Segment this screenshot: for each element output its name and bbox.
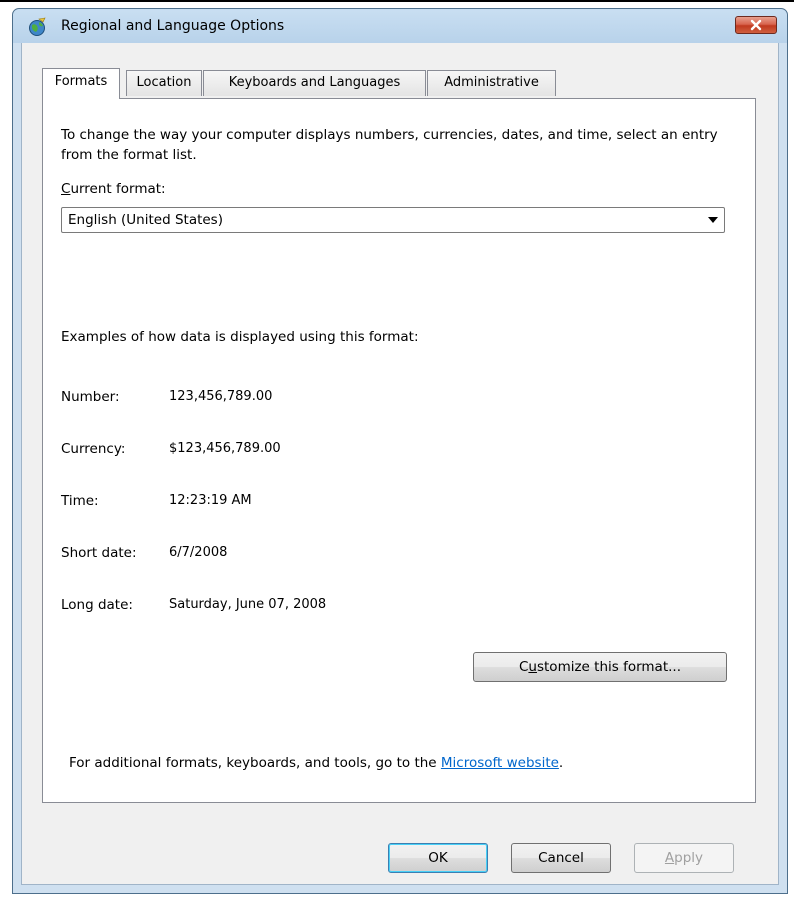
title-bar[interactable]: Regional and Language Options [13,9,787,43]
intro-text: To change the way your computer displays… [61,127,718,163]
footer-text: For additional formats, keyboards, and t… [69,755,564,771]
examples-heading: Examples of how data is displayed using … [61,329,419,345]
example-label: Number: [61,389,120,405]
example-value: 12:23:19 AM [169,493,252,508]
example-value: Saturday, June 07, 2008 [169,597,327,612]
example-value: 123,456,789.00 [169,389,273,404]
microsoft-website-link[interactable]: Microsoft website [441,755,559,771]
example-label: Long date: [61,597,133,613]
example-label: Time: [61,493,99,509]
ok-button[interactable]: OK [388,843,488,873]
customize-format-button[interactable]: Customize this format... [473,652,727,682]
tab-keyboards-and-languages[interactable]: Keyboards and Languages [203,70,426,96]
example-label: Short date: [61,545,137,561]
dialog-window: Regional and Language Options Formats Lo… [12,8,788,894]
formats-panel: To change the way your computer displays… [42,98,756,803]
window-title: Regional and Language Options [61,18,285,34]
tab-administrative[interactable]: Administrative [427,70,556,96]
globe-icon [27,17,47,37]
top-border [0,0,794,2]
example-value: 6/7/2008 [169,545,228,560]
close-icon [750,19,762,31]
current-format-value: English (United States) [68,212,223,228]
tab-formats[interactable]: Formats [42,68,120,99]
close-button[interactable] [735,16,777,34]
current-format-dropdown[interactable]: English (United States) [61,207,725,233]
current-format-label: Current format: [61,181,166,197]
dialog-client-area: Formats Location Keyboards and Languages… [21,43,779,885]
apply-button[interactable]: Apply [634,843,734,873]
chevron-down-icon [708,217,718,223]
example-label: Currency: [61,441,126,457]
tab-location[interactable]: Location [126,70,202,96]
cancel-button[interactable]: Cancel [511,843,611,873]
example-value: $123,456,789.00 [169,441,281,456]
